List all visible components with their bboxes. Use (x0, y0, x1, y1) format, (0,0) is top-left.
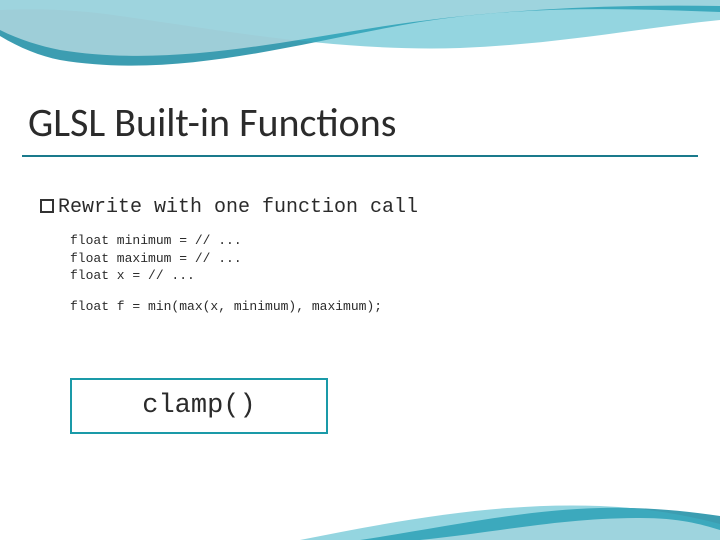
answer-text: clamp() (142, 391, 255, 421)
code-line: float maximum = // ... (70, 250, 382, 268)
code-block: float minimum = // ... float maximum = /… (70, 232, 382, 315)
code-line: float minimum = // ... (70, 232, 382, 250)
title-underline (22, 155, 698, 157)
slide-title: GLSL Built-in Functions (28, 98, 396, 147)
slide: GLSL Built-in Functions Rewrite with one… (0, 0, 720, 540)
code-blank-line (70, 285, 382, 298)
bullet-icon (40, 199, 54, 213)
code-line: float x = // ... (70, 267, 382, 285)
decorative-wave-top (0, 0, 720, 90)
answer-box: clamp() (70, 378, 328, 434)
slide-subtitle: Rewrite with one function call (40, 196, 418, 219)
decorative-wave-bottom (0, 480, 720, 540)
subtitle-text: Rewrite with one function call (58, 196, 418, 219)
code-line: float f = min(max(x, minimum), maximum); (70, 298, 382, 316)
